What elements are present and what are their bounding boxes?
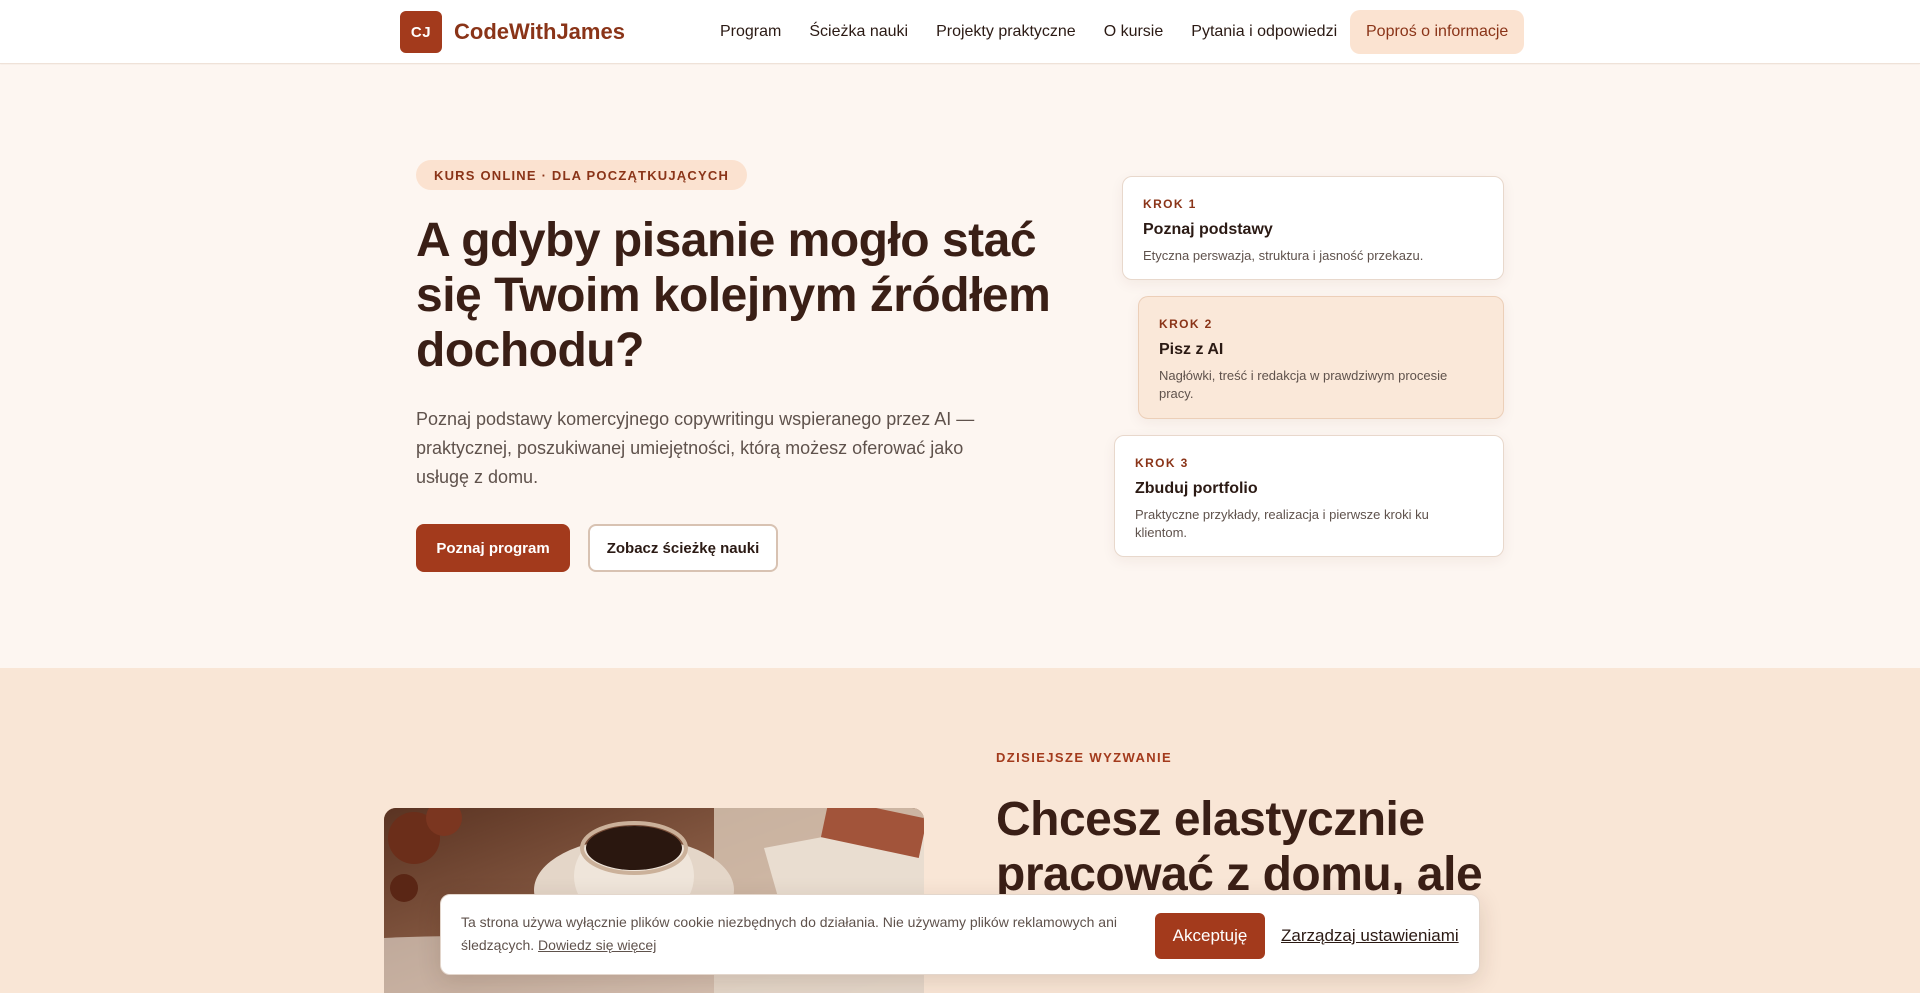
step-kicker: KROK 2 bbox=[1159, 317, 1213, 331]
step-card-2: KROK 2 Pisz z AI Nagłówki, treść i redak… bbox=[1138, 296, 1504, 419]
nav-program[interactable]: Program bbox=[720, 23, 781, 41]
step-desc: Praktyczne przykłady, realizacja i pierw… bbox=[1135, 507, 1429, 540]
brand-logo[interactable]: CJ CodeWithJames bbox=[400, 11, 625, 53]
step-card-1: KROK 1 Poznaj podstawy Etyczna perswazja… bbox=[1122, 176, 1504, 280]
hero-section: KURS ONLINE · DLA POCZĄTKUJĄCYCH A gdyby… bbox=[0, 65, 1920, 668]
brand-name: CodeWithJames bbox=[454, 19, 625, 44]
hero-subtitle: Poznaj podstawy komercyjnego copywriting… bbox=[416, 409, 975, 487]
step-card-3: KROK 3 Zbuduj portfolio Praktyczne przyk… bbox=[1114, 435, 1504, 557]
learn-more-link[interactable]: Dowiedz się więcej bbox=[538, 937, 656, 953]
logo-badge: CJ bbox=[400, 11, 442, 53]
hero-title: A gdyby pisanie mogło stać się Twoim kol… bbox=[416, 214, 1051, 377]
accept-cookies-button[interactable]: Akceptuję bbox=[1155, 913, 1265, 959]
step-kicker: KROK 3 bbox=[1135, 456, 1189, 470]
manage-cookies-link[interactable]: Zarządzaj ustawieniami bbox=[1281, 913, 1459, 959]
site-header: CJ CodeWithJames Program Ścieżka nauki P… bbox=[0, 0, 1920, 64]
nav-learning-path[interactable]: Ścieżka nauki bbox=[809, 23, 908, 41]
main-nav: Program Ścieżka nauki Projekty praktyczn… bbox=[720, 0, 1365, 64]
step-desc: Etyczna perswazja, struktura i jasność p… bbox=[1143, 248, 1424, 263]
step-title: Zbuduj portfolio bbox=[1135, 480, 1258, 497]
course-pill: KURS ONLINE · DLA POCZĄTKUJĄCYCH bbox=[416, 160, 748, 190]
request-info-button[interactable]: Poproś o informacje bbox=[1350, 10, 1525, 54]
step-kicker: KROK 1 bbox=[1143, 197, 1197, 211]
step-desc: Nagłówki, treść i redakcja w prawdziwym … bbox=[1159, 368, 1448, 401]
nav-projects[interactable]: Projekty praktyczne bbox=[936, 23, 1076, 41]
cookie-banner: Ta strona używa wyłącznie plików cookie … bbox=[440, 894, 1480, 975]
nav-faq[interactable]: Pytania i odpowiedzi bbox=[1191, 23, 1337, 41]
cookie-message: Ta strona używa wyłącznie plików cookie … bbox=[461, 911, 1141, 957]
nav-about[interactable]: O kursie bbox=[1104, 23, 1164, 41]
see-learning-path-button[interactable]: Zobacz ścieżkę nauki bbox=[588, 524, 778, 572]
explore-program-button[interactable]: Poznaj program bbox=[416, 524, 570, 572]
step-title: Poznaj podstawy bbox=[1143, 221, 1273, 238]
step-title: Pisz z AI bbox=[1159, 341, 1224, 358]
challenge-kicker: DZISIEJSZE WYZWANIE bbox=[996, 750, 1173, 765]
